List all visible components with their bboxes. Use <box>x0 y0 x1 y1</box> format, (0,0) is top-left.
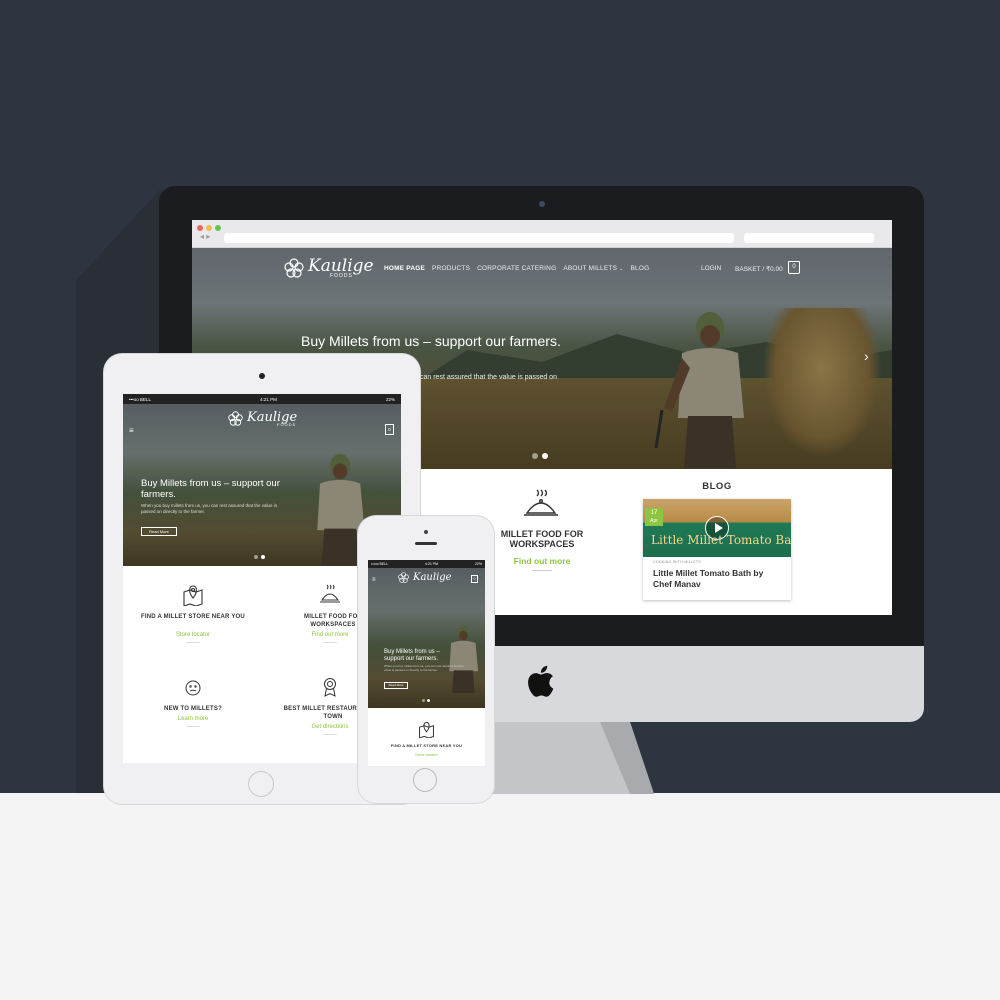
store-locator-link[interactable]: Store locator <box>372 752 481 757</box>
blog-date-day: 17 <box>650 510 658 516</box>
nav-about-millets[interactable]: ABOUT MILLETS ⌄ <box>563 265 623 272</box>
iphone-speaker <box>415 542 437 545</box>
blog-category[interactable]: COOKING WITH MILLETS <box>653 560 701 564</box>
map-pin-icon <box>183 585 203 606</box>
phone-hero: ≡ Kaulige 0 Buy Millets from us – suppor… <box>368 568 485 708</box>
carrier-label: •••oo BELL <box>371 562 389 566</box>
slider-dots <box>254 555 265 559</box>
food-tray-icon <box>320 584 340 603</box>
map-pin-icon <box>419 722 434 738</box>
read-more-button[interactable]: Read More <box>141 527 177 536</box>
divider <box>186 726 200 727</box>
read-more-button[interactable]: Read More <box>384 682 408 689</box>
blog-card[interactable]: 17 Apr Little Millet Tomato Bath COOKING… <box>643 499 791 600</box>
battery-label: 22% <box>385 396 395 402</box>
nav-home[interactable]: HOME PAGE <box>384 265 425 272</box>
iphone-home-button[interactable] <box>413 768 437 792</box>
slide-dot[interactable] <box>254 555 258 559</box>
nav-about-millets-label: ABOUT MILLETS <box>563 265 618 272</box>
basket-icon[interactable]: 0 <box>385 424 394 435</box>
slider-dots <box>532 453 548 459</box>
brand-name: Kaulige <box>413 572 452 583</box>
divider <box>323 734 337 735</box>
hero-text: can rest assured that the value is passe… <box>420 374 557 381</box>
hamburger-menu-icon[interactable]: ≡ <box>372 577 376 583</box>
new-to-millets-title: NEW TO MILLETS? <box>164 706 222 712</box>
hamburger-menu-icon[interactable]: ≡ <box>129 426 134 435</box>
slide-dot-active[interactable] <box>427 699 430 702</box>
award-icon <box>324 678 336 697</box>
food-tray-icon <box>524 489 558 516</box>
divider <box>186 642 200 643</box>
blog-date-badge: 17 Apr <box>645 508 663 526</box>
hero-title: Buy Millets from us – support our farmer… <box>141 478 280 500</box>
store-feature-title: FIND A MILLET STORE NEAR YOU <box>141 614 245 620</box>
brand-logo[interactable]: Kaulige FOODS <box>228 410 297 427</box>
ipad-camera <box>259 373 265 379</box>
basket-link[interactable]: BASKET / ₹0.00 <box>735 265 783 273</box>
chevron-down-icon: ⌄ <box>619 266 624 272</box>
slider-dots <box>422 699 430 702</box>
blog-post-title[interactable]: Little Millet Tomato Bath by Chef Manav <box>653 568 783 590</box>
battery-label: 22% <box>474 562 482 566</box>
apple-logo-icon <box>524 663 556 703</box>
learn-more-link[interactable]: Learn more <box>138 716 248 722</box>
maximize-window-icon[interactable] <box>215 225 221 231</box>
divider <box>323 642 337 643</box>
imac-camera <box>539 201 545 207</box>
smiley-icon <box>185 680 201 696</box>
hero-title: Buy Millets from us – support our farmer… <box>301 333 561 349</box>
status-time: 4:21 PM <box>260 396 277 402</box>
flower-logo-icon <box>228 411 243 426</box>
blog-image-title: Little Millet Tomato Bath <box>651 533 791 547</box>
blog-date-month: Apr <box>650 518 658 524</box>
minimize-window-icon[interactable] <box>206 225 212 231</box>
blog-image[interactable]: 17 Apr Little Millet Tomato Bath <box>643 499 791 557</box>
nav-blog[interactable]: BLOG <box>631 265 650 272</box>
blog-heading: BLOG <box>702 481 732 492</box>
browser-search-bar[interactable] <box>744 233 874 243</box>
workspaces-find-out-more-link[interactable]: Find out more <box>482 556 602 566</box>
hero-text: When you buy millets from us, you can re… <box>141 503 278 514</box>
basket-icon[interactable]: 0 <box>471 575 478 583</box>
nav-products[interactable]: PRODUCTS <box>432 265 470 272</box>
ipad-home-button[interactable] <box>248 771 274 797</box>
flower-logo-icon <box>284 257 304 278</box>
floor <box>0 793 1000 1000</box>
brand-logo[interactable]: Kaulige FOODS <box>284 256 374 279</box>
phone-status-bar: •••oo BELL 4:21 PM 22% <box>368 560 485 568</box>
brand-logo[interactable]: Kaulige <box>398 572 452 583</box>
slide-dot-active[interactable] <box>261 555 265 559</box>
store-feature-title: FIND A MILLET STORE NEAR YOU <box>390 743 463 748</box>
brand-sub: FOODS <box>277 422 297 427</box>
slide-dot[interactable] <box>532 453 538 459</box>
iphone-camera <box>424 530 428 534</box>
divider <box>532 570 552 571</box>
workspaces-feature-title: MILLET FOOD FOR WORKSPACES <box>500 529 584 549</box>
main-nav: HOME PAGE PRODUCTS CORPORATE CATERING AB… <box>384 265 649 272</box>
browser-toolbar: ◂ ▸ <box>192 220 892 248</box>
next-slide-icon[interactable]: › <box>864 348 869 364</box>
close-window-icon[interactable] <box>197 225 203 231</box>
flower-logo-icon <box>398 572 409 583</box>
store-locator-link[interactable]: Store locator <box>138 632 248 638</box>
carrier-label: •••oo BELL <box>129 396 151 402</box>
nav-corporate-catering[interactable]: CORPORATE CATERING <box>477 265 556 272</box>
phone-screen: •••oo BELL 4:21 PM 22% ≡ Kaulige 0 Buy M… <box>368 560 485 766</box>
hero-title: Buy Millets from us – support our farmer… <box>384 649 440 662</box>
hero-text: When you buy millets from us, you can re… <box>384 664 464 672</box>
basket-icon[interactable]: 0 <box>788 261 800 274</box>
login-link[interactable]: LOGIN <box>701 265 721 272</box>
address-bar[interactable] <box>224 233 734 243</box>
back-forward-icon[interactable]: ◂ ▸ <box>200 232 210 241</box>
status-time: 4:21 PM <box>425 562 439 566</box>
slide-dot[interactable] <box>422 699 425 702</box>
slide-dot-active[interactable] <box>542 453 548 459</box>
tablet-status-bar: •••oo BELL 4:21 PM 22% <box>123 394 401 404</box>
